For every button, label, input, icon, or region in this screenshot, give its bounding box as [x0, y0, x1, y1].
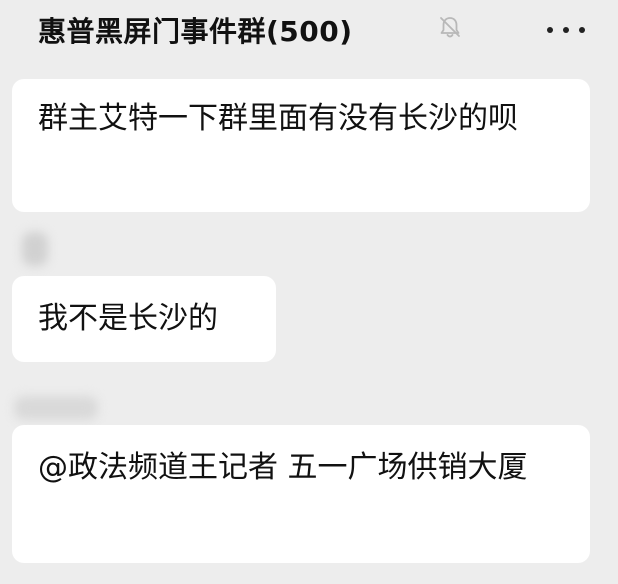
more-dot	[547, 27, 553, 33]
more-button[interactable]	[545, 18, 591, 40]
more-dot	[579, 27, 585, 33]
sender-name-blurred	[14, 396, 98, 420]
chat-header: 惠普黑屏门事件群(500)	[0, 0, 618, 62]
message-text: @政法频道王记者 五一广场供销大厦	[38, 450, 528, 485]
message-bubble[interactable]: 我不是长沙的	[12, 276, 276, 362]
message-text: 我不是长沙的	[38, 301, 218, 336]
message-bubble[interactable]: 群主艾特一下群里面有没有长沙的呗	[12, 79, 590, 212]
message-bubble[interactable]: @政法频道王记者 五一广场供销大厦	[12, 425, 590, 563]
chat-title[interactable]: 惠普黑屏门事件群(500)	[38, 10, 353, 50]
bell-slash-icon	[440, 17, 460, 38]
sender-avatar-blurred	[22, 232, 48, 266]
more-dot	[563, 27, 569, 33]
message-text: 群主艾特一下群里面有没有长沙的呗	[38, 101, 518, 136]
